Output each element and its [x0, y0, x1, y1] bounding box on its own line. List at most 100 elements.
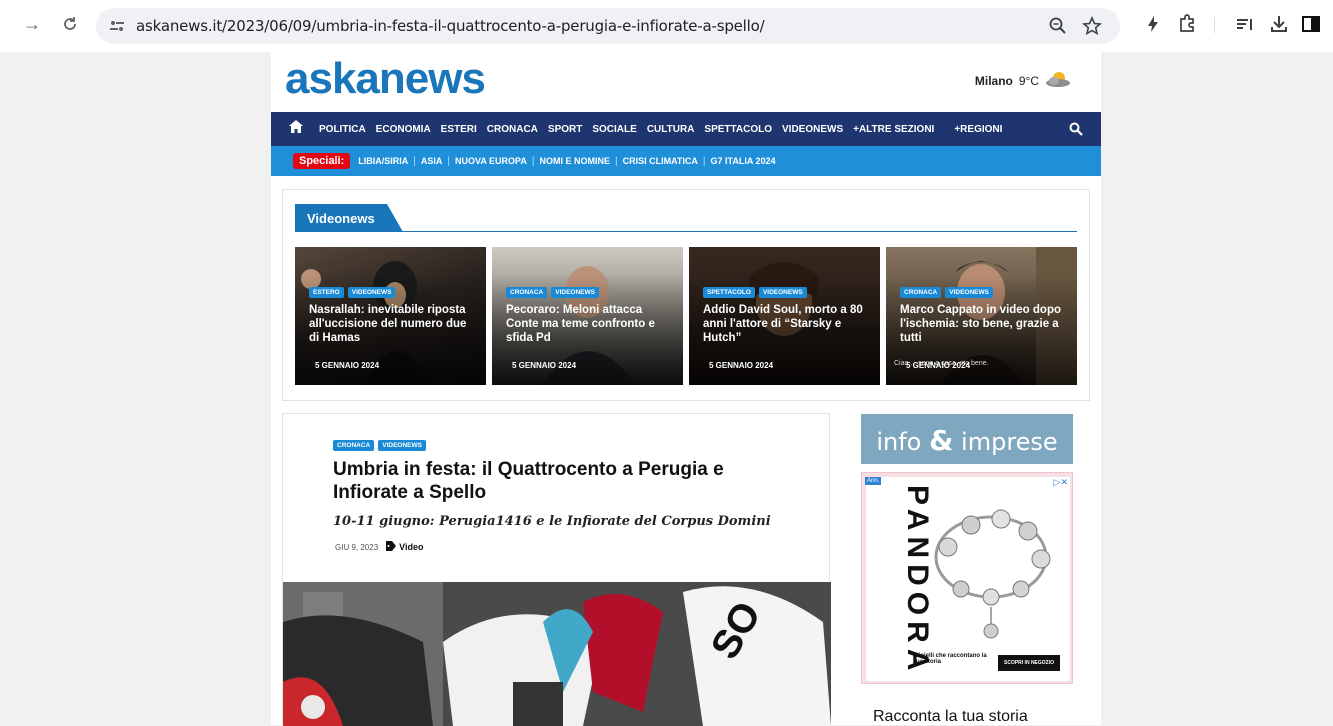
article: CRONACA VIDEONEWS Umbria in festa: il Qu…: [282, 413, 831, 726]
weather-cloud-icon: [1045, 70, 1071, 91]
nav-videonews[interactable]: VIDEONEWS: [782, 124, 843, 135]
card-date: 5 GENNAIO 2024: [512, 361, 577, 370]
nav-esteri[interactable]: ESTERI: [441, 124, 477, 135]
ad-label: Ann.: [865, 477, 882, 485]
zoom-icon[interactable]: [1048, 16, 1070, 38]
card-date: 5 GENNAIO 2024: [315, 361, 380, 370]
site-header: askanews Milano 9°C: [271, 52, 1101, 112]
card-title[interactable]: Addio David Soul, morto a 80 anni l'atto…: [703, 303, 871, 345]
tag-badge[interactable]: VIDEONEWS: [347, 287, 396, 298]
video-card[interactable]: ESTERO VIDEONEWS Nasrallah: inevitabile …: [295, 247, 486, 385]
card-tags: SPETTACOLO VIDEONEWS: [703, 287, 807, 298]
advertisement[interactable]: PANDORA Gioielli che raccontano la tua s…: [861, 472, 1073, 684]
home-icon[interactable]: [289, 120, 319, 138]
speciali-navigation: Speciali: LIBIA/SIRIA | ASIA | NUOVA EUR…: [271, 146, 1101, 176]
reading-list-icon[interactable]: [1234, 13, 1258, 37]
tag-badge[interactable]: ESTERO: [309, 287, 344, 298]
ad-choices-icon[interactable]: ▷✕: [1054, 477, 1068, 488]
card-title[interactable]: Nasrallah: inevitabile riposta all'uccis…: [309, 303, 477, 345]
nav-economia[interactable]: ECONOMIA: [376, 124, 431, 135]
speciali-label: Speciali:: [293, 153, 351, 169]
nav-cultura[interactable]: CULTURA: [647, 124, 695, 135]
bracelet-image: [926, 497, 1056, 652]
nav-sport[interactable]: SPORT: [548, 124, 582, 135]
forward-icon[interactable]: →: [18, 10, 46, 38]
card-tags: CRONACA VIDEONEWS: [506, 287, 599, 298]
search-icon[interactable]: [1069, 122, 1083, 136]
section-divider: [295, 231, 1077, 232]
tag-badge[interactable]: CRONACA: [333, 440, 375, 451]
url-text: askanews.it/2023/06/09/umbria-in-festa-i…: [136, 17, 765, 35]
article-subtitle: 10-11 giugno: Perugia1416 e le Infiorate…: [333, 514, 771, 529]
tag-icon: [386, 541, 397, 553]
article-date: GIU 9, 2023: [335, 542, 379, 552]
videonews-section: Videonews ESTERO VIDEONEWS Nasrallah: in…: [282, 189, 1090, 401]
speciali-g7-italia-2024[interactable]: G7 ITALIA 2024: [711, 156, 776, 166]
tag-badge[interactable]: SPETTACOLO: [703, 287, 755, 298]
weather-city: Milano: [974, 73, 1013, 88]
category-label: Video: [399, 542, 424, 552]
divider: |: [702, 155, 706, 167]
info-imprese-banner[interactable]: info & imprese: [861, 414, 1073, 464]
main-navigation: POLITICA ECONOMIA ESTERI CRONACA SPORT S…: [271, 112, 1101, 146]
article-title: Umbria in festa: il Quattrocento a Perug…: [333, 459, 724, 503]
divider: |: [614, 155, 618, 167]
ad-caption: Gioielli che raccontano la tua storia: [914, 653, 987, 665]
speciali-libia-siria[interactable]: LIBIA/SIRIA: [358, 156, 408, 166]
speciali-nuova-europa[interactable]: NUOVA EUROPA: [455, 156, 527, 166]
ad-creative: PANDORA Gioielli che raccontano la tua s…: [866, 477, 1070, 681]
card-tags: CRONACA VIDEONEWS: [900, 287, 993, 298]
article-video-thumbnail[interactable]: SO: [283, 582, 831, 726]
speciali-nomi-e-nomine[interactable]: NOMI E NOMINE: [539, 156, 610, 166]
nav-spettacolo[interactable]: SPETTACOLO: [704, 124, 772, 135]
divider: |: [531, 155, 535, 167]
tag-badge[interactable]: CRONACA: [506, 287, 548, 298]
divider: |: [447, 155, 450, 167]
nav-politica[interactable]: POLITICA: [319, 124, 366, 135]
article-category[interactable]: Video: [386, 541, 423, 553]
toolbar-divider: [1214, 17, 1215, 33]
extension-bolt-icon[interactable]: [1142, 13, 1166, 37]
videonews-tab[interactable]: Videonews: [295, 204, 403, 232]
site-info-icon[interactable]: [108, 17, 126, 35]
nav-altre-sezioni[interactable]: +ALTRE SEZIONI: [853, 124, 934, 135]
ad-cta-button[interactable]: SCOPRI IN NEGOZIO: [998, 655, 1061, 671]
banner-text-imprese: imprese: [961, 428, 1058, 456]
site-logo[interactable]: askanews: [285, 54, 486, 104]
card-date: 5 GENNAIO 2024: [709, 361, 774, 370]
article-tags: CRONACA VIDEONEWS: [333, 440, 426, 451]
card-title[interactable]: Marco Cappato in video dopo l'ischemia: …: [900, 303, 1068, 345]
banner-ampersand: &: [928, 424, 954, 457]
card-date: 5 GENNAIO 2024: [906, 361, 971, 370]
speciali-asia[interactable]: ASIA: [421, 156, 443, 166]
card-tags: ESTERO VIDEONEWS: [309, 287, 396, 298]
banner-text-info: info: [876, 428, 922, 456]
video-card[interactable]: CRONACA VIDEONEWS Pecoraro: Meloni attac…: [492, 247, 683, 385]
tag-badge[interactable]: VIDEONEWS: [945, 287, 993, 298]
browser-toolbar: → askanews.it/2023/06/09/umbria-in-festa…: [0, 0, 1333, 52]
address-bar[interactable]: askanews.it/2023/06/09/umbria-in-festa-i…: [96, 8, 1120, 44]
video-card[interactable]: SPETTACOLO VIDEONEWS Addio David Soul, m…: [689, 247, 880, 385]
weather-temp: 9°C: [1018, 73, 1039, 88]
speciali-crisi-climatica[interactable]: CRISI CLIMATICA: [623, 156, 698, 166]
bookmark-star-icon[interactable]: [1082, 15, 1104, 38]
page-content: askanews Milano 9°C POLITICA ECONOMIA ES…: [271, 52, 1101, 726]
article-meta: GIU 9, 2023 Video: [335, 541, 423, 553]
download-icon[interactable]: [1268, 13, 1292, 37]
tag-badge[interactable]: VIDEONEWS: [551, 287, 599, 298]
nav-cronaca[interactable]: CRONACA: [487, 124, 538, 135]
side-panel-icon[interactable]: [1300, 13, 1324, 37]
tag-badge[interactable]: VIDEONEWS: [758, 287, 807, 298]
sidebar: info & imprese PANDORA Gioielli che racc…: [861, 414, 1073, 725]
sidebar-heading: Racconta la tua storia: [873, 708, 1028, 725]
nav-sociale[interactable]: SOCIALE: [592, 124, 636, 135]
video-card[interactable]: CRONACA VIDEONEWS Marco Cappato in video…: [886, 247, 1077, 385]
card-title[interactable]: Pecoraro: Meloni attacca Conte ma teme c…: [506, 303, 674, 345]
extensions-puzzle-icon[interactable]: [1176, 13, 1200, 37]
divider: |: [413, 155, 416, 167]
weather-widget: Milano 9°C: [975, 70, 1071, 91]
nav-regioni[interactable]: +REGIONI: [954, 124, 1002, 135]
tag-badge[interactable]: CRONACA: [900, 287, 942, 298]
reload-icon[interactable]: [56, 10, 84, 38]
tag-badge[interactable]: VIDEONEWS: [378, 440, 426, 451]
